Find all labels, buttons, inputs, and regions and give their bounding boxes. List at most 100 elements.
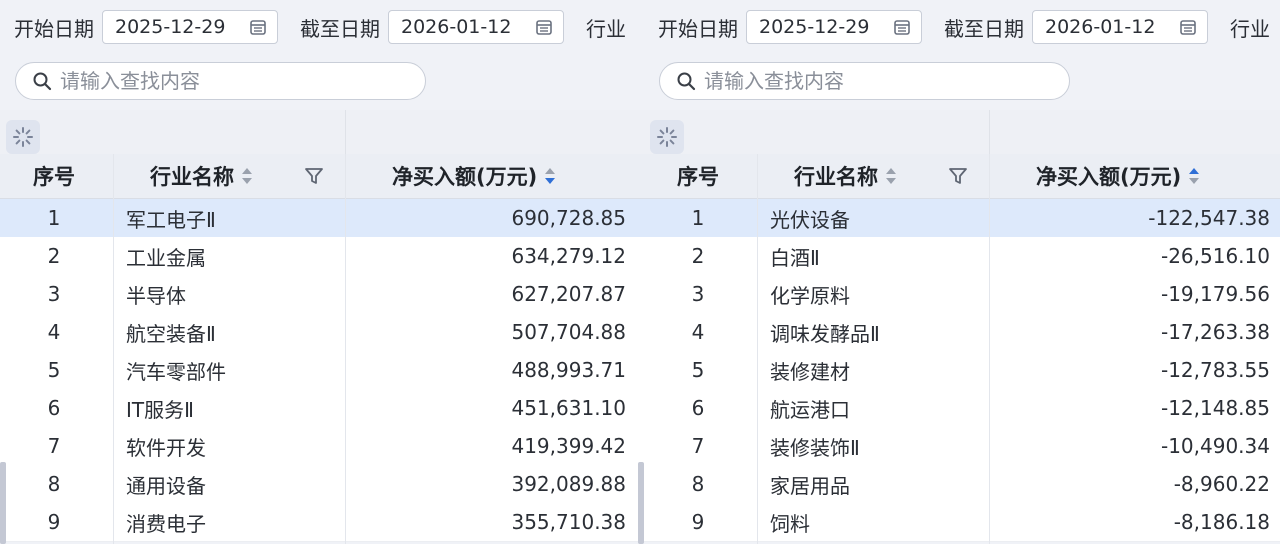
table-row[interactable]: 6 IT服务Ⅱ 451,631.10 [0,389,644,428]
table-row[interactable]: 2 工业金属 634,279.12 [0,237,644,276]
row-industry-name: 装修装饰Ⅱ [770,435,860,460]
start-date-label: 开始日期 [658,16,738,41]
end-date-picker[interactable]: 2026-01-12 [388,10,564,44]
table-toolbar [644,110,1280,155]
table-row[interactable]: 7 软件开发 419,399.42 [0,427,644,466]
row-index: 8 [691,472,705,496]
row-net-buy-amount: 627,207.87 [511,282,626,306]
end-date-picker[interactable]: 2026-01-12 [1032,10,1208,44]
table-row[interactable]: 3 化学原料 -19,179.56 [644,275,1280,314]
filter-bar: 开始日期 2025-12-29 截至日期 2026-01-12 行业 [14,8,626,46]
row-industry-name: 调味发酵品Ⅱ [770,321,880,346]
industry-label[interactable]: 行业 [1230,13,1270,42]
end-date-value: 2026-01-12 [401,16,512,38]
row-index: 8 [47,472,61,496]
table-row[interactable]: 9 饲料 -8,186.18 [644,503,1280,542]
row-net-buy-amount: 634,279.12 [511,244,626,268]
row-industry-name: 家居用品 [770,473,850,498]
header-industry-name[interactable]: 行业名称 [150,154,254,198]
search-box[interactable] [15,62,426,100]
loading-spinner-icon [13,127,33,147]
industry-label[interactable]: 行业 [586,13,626,42]
table-row[interactable]: 5 装修建材 -12,783.55 [644,351,1280,390]
row-industry-name: 航运港口 [770,397,850,422]
start-date-picker[interactable]: 2025-12-29 [102,10,278,44]
end-date-label: 截至日期 [300,16,380,41]
search-box[interactable] [659,62,1070,100]
header-industry-name[interactable]: 行业名称 [794,154,898,198]
filter-icon[interactable] [947,165,969,187]
row-net-buy-amount: -17,263.38 [1160,320,1270,344]
filter-icon[interactable] [303,165,325,187]
row-index: 4 [691,320,705,344]
search-input[interactable] [60,69,400,93]
row-net-buy-amount: -10,490.34 [1160,434,1270,458]
sort-desc-icon[interactable] [543,165,557,187]
table-header: 序号 行业名称 净买入额(万元) [644,154,1280,199]
table-row[interactable]: 8 家居用品 -8,960.22 [644,465,1280,504]
sort-asc-icon[interactable] [1187,165,1201,187]
column-divider [757,154,758,544]
table-row[interactable]: 4 航空装备Ⅱ 507,704.88 [0,313,644,352]
table-row[interactable]: 3 半导体 627,207.87 [0,275,644,314]
row-industry-name: 航空装备Ⅱ [126,321,216,346]
row-industry-name: 半导体 [126,283,186,308]
calendar-icon[interactable] [249,18,267,36]
row-index: 9 [47,510,61,534]
start-date-label: 开始日期 [14,16,94,41]
table-row[interactable]: 5 汽车零部件 488,993.71 [0,351,644,390]
column-divider [989,154,990,544]
calendar-icon[interactable] [1179,18,1197,36]
row-net-buy-amount: 488,993.71 [511,358,626,382]
row-index: 3 [47,282,61,306]
row-net-buy-amount: 355,710.38 [511,510,626,534]
row-net-buy-amount: -8,186.18 [1173,510,1270,534]
header-net-buy-amount[interactable]: 净买入额(万元) [1036,154,1201,198]
start-date-value: 2025-12-29 [115,16,226,38]
row-net-buy-amount: 690,728.85 [511,206,626,230]
industry-table: 序号 行业名称 净买入额(万元) 1 光伏设备 -122,547.38 2 白酒… [644,110,1280,544]
row-industry-name: 军工电子Ⅱ [126,207,216,232]
row-index: 6 [691,396,705,420]
table-row[interactable]: 8 通用设备 392,089.88 [0,465,644,504]
column-divider [113,154,114,544]
end-date-value: 2026-01-12 [1045,16,1156,38]
start-date-picker[interactable]: 2025-12-29 [746,10,922,44]
table-row[interactable]: 9 消费电子 355,710.38 [0,503,644,542]
row-net-buy-amount: -19,179.56 [1160,282,1270,306]
row-net-buy-amount: -122,547.38 [1148,206,1270,230]
start-date-value: 2025-12-29 [759,16,870,38]
table-row[interactable]: 2 白酒Ⅱ -26,516.10 [644,237,1280,276]
loading-spinner-button[interactable] [6,120,40,154]
table-row[interactable]: 1 军工电子Ⅱ 690,728.85 [0,199,644,238]
table-row[interactable]: 7 装修装饰Ⅱ -10,490.34 [644,427,1280,466]
sort-icon[interactable] [884,165,898,187]
header-net-buy-amount[interactable]: 净买入额(万元) [392,154,557,198]
row-industry-name: 饲料 [770,511,810,536]
calendar-icon[interactable] [535,18,553,36]
header-index[interactable]: 序号 [644,154,752,198]
calendar-icon[interactable] [893,18,911,36]
table-row[interactable]: 4 调味发酵品Ⅱ -17,263.38 [644,313,1280,352]
loading-spinner-icon [657,127,677,147]
row-industry-name: 化学原料 [770,283,850,308]
loading-spinner-button[interactable] [650,120,684,154]
table-row[interactable]: 1 光伏设备 -122,547.38 [644,199,1280,238]
industry-table: 序号 行业名称 净买入额(万元) 1 军工电子Ⅱ 690,728.85 2 工业… [0,110,644,544]
column-divider [345,154,346,544]
search-icon [677,72,696,91]
table-toolbar [0,110,644,155]
row-index: 2 [47,244,61,268]
table-header: 序号 行业名称 净买入额(万元) [0,154,644,199]
scroll-handle[interactable] [0,462,6,544]
column-divider [345,110,346,154]
row-net-buy-amount: -8,960.22 [1173,472,1270,496]
search-input[interactable] [704,69,1044,93]
table-row[interactable]: 6 航运港口 -12,148.85 [644,389,1280,428]
row-industry-name: 通用设备 [126,473,206,498]
row-index: 6 [47,396,61,420]
row-net-buy-amount: 451,631.10 [511,396,626,420]
header-index[interactable]: 序号 [0,154,108,198]
sort-icon[interactable] [240,165,254,187]
row-index: 7 [691,434,705,458]
